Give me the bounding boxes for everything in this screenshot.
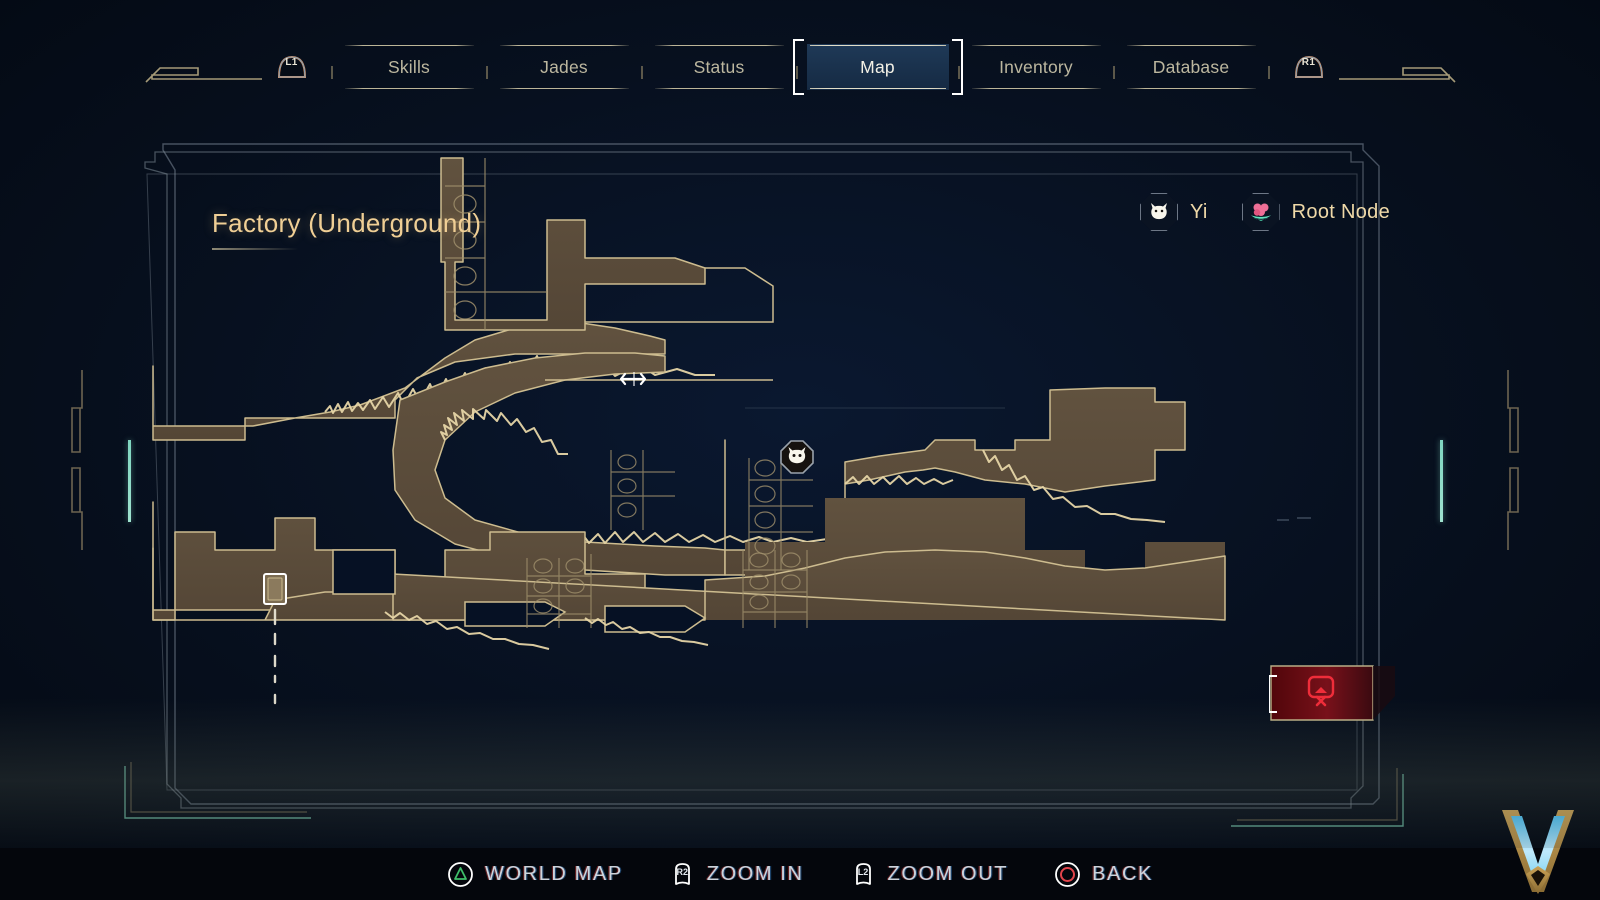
hint-zoom-out-label: ZOOM OUT: [887, 862, 1009, 885]
triangle-button-icon: [447, 861, 474, 888]
hint-back-label: BACK: [1092, 862, 1153, 885]
hint-zoom-out[interactable]: L2 ZOOM OUT: [850, 861, 1009, 888]
legend-item-root-node: Root Node: [1241, 193, 1390, 231]
page-title: Factory (Underground): [212, 208, 482, 238]
left-frame-ornament: [60, 370, 100, 555]
hint-world-map-label: WORLD MAP: [485, 862, 623, 885]
map-legend: Yi Root Node: [1140, 193, 1390, 231]
left-scroll-indicator[interactable]: [128, 440, 131, 522]
right-scroll-indicator[interactable]: [1440, 440, 1443, 522]
nav-separator: [1112, 66, 1115, 79]
l2-trigger-label: L2: [857, 866, 869, 877]
legend-item-yi: Yi: [1140, 193, 1208, 231]
v-logo-icon: [1498, 808, 1578, 900]
l2-trigger-icon: L2: [850, 861, 877, 888]
main-nav-tabbar: L1 Skills Jades Status Map Inventory Dat…: [0, 39, 1600, 106]
tab-bracket-right: [951, 39, 963, 95]
tab-inventory[interactable]: Inventory: [969, 44, 1104, 90]
tab-jades-label: Jades: [540, 56, 588, 77]
r2-trigger-icon: R2: [669, 861, 696, 888]
hint-zoom-in-label: ZOOM IN: [706, 862, 804, 885]
flower-icon: [1241, 193, 1280, 231]
hint-zoom-in[interactable]: R2 ZOOM IN: [669, 861, 804, 888]
map-title-block: Factory (Underground): [212, 208, 481, 250]
l1-bumper-icon[interactable]: L1: [272, 50, 312, 84]
tab-database[interactable]: Database: [1124, 44, 1259, 90]
r2-trigger-label: R2: [676, 866, 689, 877]
nav-separator: [330, 66, 333, 79]
nav-left-flourish: [138, 44, 262, 90]
cat-head-icon: [1140, 193, 1179, 231]
player-marker-yi: [780, 440, 814, 474]
circle-button-icon: [1054, 861, 1081, 888]
tab-status-label: Status: [693, 56, 745, 77]
r1-bumper-label: R1: [1301, 57, 1316, 68]
nav-separator: [957, 66, 960, 79]
nav-right-flourish: [1338, 44, 1463, 90]
map-status-chip[interactable]: [1268, 662, 1397, 724]
tab-skills-label: Skills: [387, 56, 431, 77]
tab-map-label: Map: [860, 56, 895, 77]
right-frame-ornament: [1490, 370, 1530, 555]
tab-status[interactable]: Status: [652, 44, 787, 90]
nav-separator: [485, 66, 488, 79]
footer-hint-bar: WORLD MAP R2 ZOOM IN L2 ZOOM OUT BACK: [0, 848, 1600, 900]
tab-jades[interactable]: Jades: [497, 44, 632, 90]
legend-label-root-node: Root Node: [1291, 200, 1390, 223]
title-underline: [212, 248, 298, 250]
horizontal-resize-cursor-icon: [619, 368, 649, 395]
nav-separator: [640, 66, 643, 79]
l1-bumper-label: L1: [285, 57, 298, 68]
r1-bumper-icon[interactable]: R1: [1289, 50, 1329, 84]
tab-bracket-left: [792, 39, 805, 95]
legend-label-yi: Yi: [1190, 200, 1208, 223]
tab-database-label: Database: [1152, 56, 1230, 77]
nav-separator: [1267, 66, 1270, 79]
game-screen: L1 Skills Jades Status Map Inventory Dat…: [0, 0, 1600, 900]
hint-back[interactable]: BACK: [1054, 861, 1153, 888]
tab-skills[interactable]: Skills: [342, 44, 477, 90]
hint-world-map[interactable]: WORLD MAP: [447, 861, 623, 888]
tab-inventory-label: Inventory: [999, 56, 1073, 77]
tab-map[interactable]: Map: [792, 39, 963, 95]
